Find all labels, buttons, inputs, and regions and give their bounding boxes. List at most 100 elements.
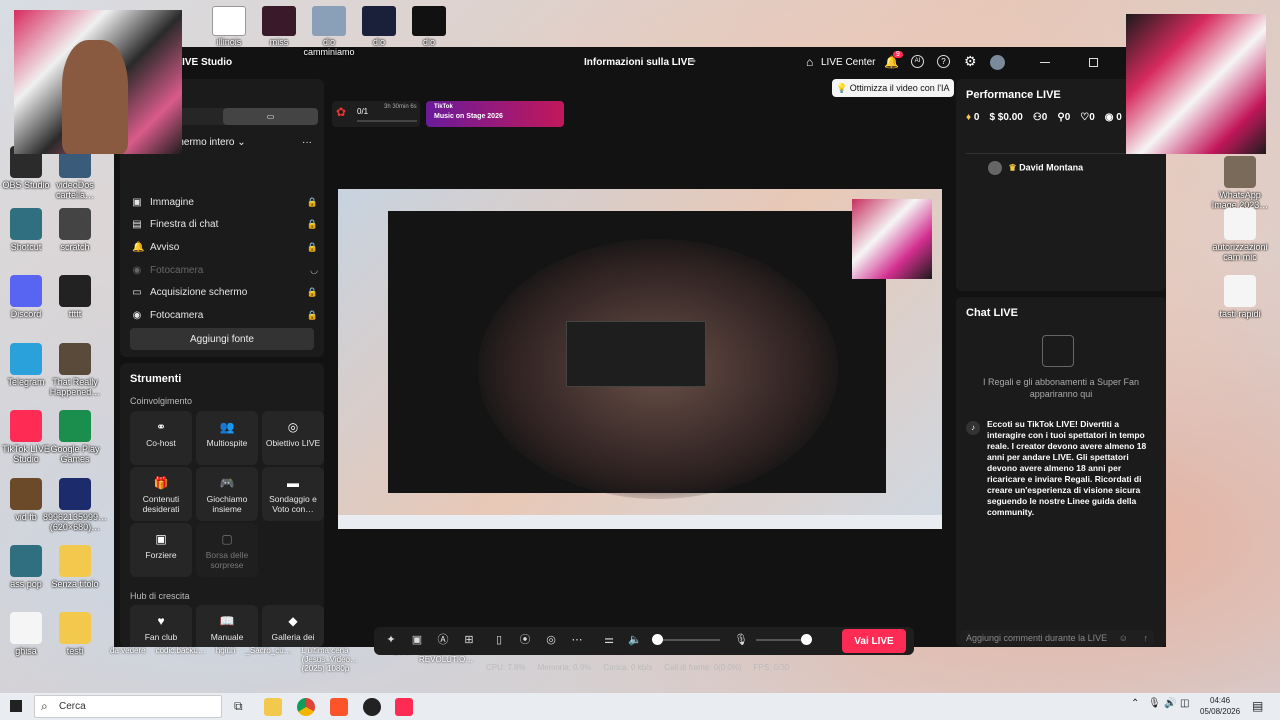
tool-chest[interactable]: ▣ Forziere bbox=[130, 523, 192, 577]
promo-banner[interactable]: TikTok Music on Stage 2026 bbox=[426, 101, 564, 127]
source-item[interactable]: ◉ Fotocamera 🔒 bbox=[132, 310, 318, 321]
help-icon[interactable]: ? bbox=[937, 55, 950, 68]
tool-poll[interactable]: ▬ Sondaggio e Voto con… bbox=[262, 467, 324, 521]
desktop-label[interactable]: hgiuh bbox=[216, 646, 236, 673]
microphone-icon[interactable]: 🎙 bbox=[732, 631, 750, 649]
desktop-icon[interactable]: tasti rapidi bbox=[1208, 275, 1272, 320]
desktop-icon[interactable]: testi bbox=[43, 612, 107, 657]
speaker-icon[interactable]: 🔈 bbox=[626, 631, 644, 649]
source-item[interactable]: ▭ Acquisizione schermo 🔒 bbox=[132, 287, 318, 298]
tray-mic-icon[interactable]: 🎙 bbox=[1148, 698, 1161, 709]
go-live-button[interactable]: Vai LIVE bbox=[842, 629, 906, 653]
emoji-icon[interactable]: ☺ bbox=[1119, 630, 1128, 646]
desktop-icon-dio[interactable] bbox=[362, 6, 396, 36]
screenshot-icon[interactable]: ◎ bbox=[542, 631, 560, 649]
desktop-label[interactable]: L'ultima cena (Jesus_Video… (2025) 1080p bbox=[302, 646, 382, 673]
live-center-link[interactable]: LIVE Center bbox=[821, 57, 875, 68]
desktop-icon-miss[interactable] bbox=[262, 6, 296, 36]
taskbar-search[interactable]: ⌕ Cerca bbox=[34, 695, 222, 718]
tool-fan-club[interactable]: ♥ Fan club bbox=[130, 605, 192, 647]
ai-effects-icon[interactable]: Ⓐ bbox=[434, 631, 452, 649]
tool-gallery[interactable]: ◆ Galleria dei bbox=[262, 605, 324, 647]
desktop-icon[interactable]: autorizzazioni cam mic bbox=[1208, 208, 1272, 263]
minimize-button[interactable] bbox=[1040, 62, 1050, 63]
brave-taskbar-icon[interactable] bbox=[330, 698, 348, 716]
source-item[interactable]: ▣ Immagine 🔒 bbox=[132, 197, 318, 208]
portrait-icon[interactable]: ▯ bbox=[490, 631, 508, 649]
gift-goal-card[interactable]: ✿ 0/1 3h 30min 6s bbox=[332, 101, 420, 127]
tool-wishlist[interactable]: 🎁 Contenuti desiderati bbox=[130, 467, 192, 521]
avatar[interactable] bbox=[990, 55, 1005, 70]
tray-network-icon[interactable]: ◫ bbox=[1180, 698, 1189, 709]
desktop-icon[interactable]: 89962135999…(620×680)… bbox=[43, 478, 107, 533]
notification-center-icon[interactable]: ▤ bbox=[1252, 699, 1263, 713]
desktop-icon[interactable]: videoDos cartella… bbox=[43, 146, 107, 201]
mic-knob[interactable] bbox=[801, 634, 812, 645]
clock-time[interactable]: 04:46 bbox=[1210, 696, 1230, 705]
source-item[interactable]: ◉ Fotocamera ◡ bbox=[132, 265, 318, 276]
settings-icon[interactable]: ⚙ bbox=[964, 53, 977, 70]
clock-date[interactable]: 05/08/2026 bbox=[1200, 707, 1240, 716]
tool-multiguest[interactable]: 👥 Multiospite bbox=[196, 411, 258, 465]
desktop-label[interactable]: codic.backu… bbox=[156, 646, 206, 673]
lock-icon[interactable]: 🔒 bbox=[307, 219, 318, 230]
chrome-taskbar-icon[interactable] bbox=[297, 698, 315, 716]
maximize-button[interactable] bbox=[1089, 58, 1098, 67]
lock-icon[interactable]: 🔒 bbox=[307, 197, 318, 208]
source-item[interactable]: 🔔 Avviso 🔒 bbox=[132, 242, 318, 253]
record-icon[interactable]: ⦿ bbox=[516, 631, 534, 649]
top-viewer-row[interactable]: ♛ David Montana bbox=[966, 161, 1156, 175]
optimize-ai-button[interactable]: 💡 Ottimizza il video con l'IA bbox=[832, 79, 954, 97]
obs-taskbar-icon[interactable] bbox=[363, 698, 381, 716]
volume-knob[interactable] bbox=[652, 634, 663, 645]
landscape-layout-button[interactable]: ▭ bbox=[223, 108, 318, 125]
tiktok-live-taskbar-icon[interactable] bbox=[395, 698, 413, 716]
lock-icon[interactable]: 🔒 bbox=[307, 242, 318, 253]
tool-manual[interactable]: 📖 Manuale bbox=[196, 605, 258, 647]
file-explorer-taskbar-icon[interactable] bbox=[264, 698, 282, 716]
lock-icon[interactable]: 🔒 bbox=[307, 287, 318, 298]
live-info-title[interactable]: Informazioni sulla LIVE bbox=[584, 57, 694, 68]
desktop-icon[interactable]: ttttt bbox=[43, 275, 107, 320]
add-scene-icon[interactable]: ⊞ bbox=[460, 631, 478, 649]
tray-volume-icon[interactable]: 🔊 bbox=[1164, 698, 1176, 709]
lock-icon[interactable]: 🔒 bbox=[307, 310, 318, 321]
add-source-button[interactable]: Aggiungi fonte bbox=[130, 328, 314, 350]
mixer-icon[interactable]: ⚌ bbox=[600, 631, 618, 649]
magic-wand-icon[interactable]: ✦ bbox=[382, 631, 400, 649]
desktop-icon-dio-2[interactable] bbox=[412, 6, 446, 36]
gallery-icon: ◆ bbox=[288, 614, 298, 628]
mic-slider[interactable] bbox=[756, 634, 812, 645]
desktop-icon[interactable]: scratch bbox=[43, 208, 107, 253]
task-view-icon[interactable]: ⧉ bbox=[234, 699, 243, 714]
source-item[interactable]: ▤ Finestra di chat 🔒 bbox=[132, 219, 318, 230]
more-icon[interactable]: ⋯ bbox=[568, 631, 586, 649]
scene-header[interactable]: a schermo intero ⌄ ··· bbox=[160, 137, 318, 148]
ai-icon[interactable]: AI bbox=[911, 55, 924, 68]
tool-goal[interactable]: ◎ Obiettivo LIVE bbox=[262, 411, 324, 465]
volume-slider[interactable] bbox=[652, 634, 720, 645]
home-icon[interactable]: ⌂ bbox=[806, 55, 813, 69]
desktop-icon[interactable]: WhatsApp Image 2023… bbox=[1208, 156, 1272, 211]
tray-chevron-icon[interactable]: ⌃ bbox=[1131, 698, 1139, 709]
tool-surprise-bag: ▢ Borsa delle sorprese bbox=[196, 523, 258, 577]
visibility-icon[interactable]: ◡ bbox=[310, 265, 318, 276]
tool-label: Borsa delle sorprese bbox=[205, 549, 249, 570]
send-icon[interactable]: ↑ bbox=[1144, 630, 1149, 646]
desktop-icon-dio-camminiamo[interactable] bbox=[312, 6, 346, 36]
tool-label: Sondaggio e Voto con… bbox=[269, 493, 317, 514]
desktop-icon[interactable]: That Really Happened… bbox=[43, 343, 107, 398]
desktop-icon[interactable]: Google Play Games bbox=[43, 410, 107, 465]
scene-more-button[interactable]: ··· bbox=[302, 137, 312, 148]
tool-cohost[interactable]: ⚭ Co-host bbox=[130, 411, 192, 465]
tool-play-together[interactable]: 🎮 Giochiamo insieme bbox=[196, 467, 258, 521]
share-icon[interactable]: ➦ bbox=[688, 56, 696, 67]
desktop-label[interactable]: _Sacro_cu… bbox=[245, 646, 291, 673]
desktop-label[interactable]: da vedere bbox=[110, 646, 146, 673]
live-preview[interactable] bbox=[338, 189, 942, 529]
capture-icon[interactable]: ▣ bbox=[408, 631, 426, 649]
desktop-icon-illinois[interactable] bbox=[212, 6, 246, 36]
windows-start-icon[interactable] bbox=[10, 700, 22, 712]
desktop-icon[interactable]: Senza titolo bbox=[43, 545, 107, 590]
chat-input[interactable]: Aggiungi commenti durante la LIVE ☺ ↑ bbox=[960, 630, 1154, 646]
